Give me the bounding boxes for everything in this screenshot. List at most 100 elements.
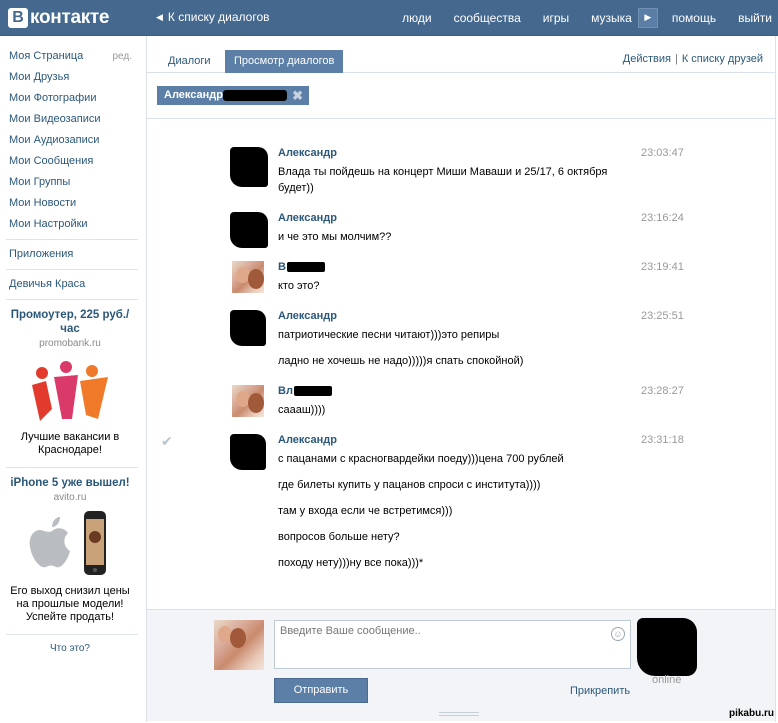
sidebar-divider <box>6 299 138 300</box>
message-text: сааaш)))) <box>278 402 618 418</box>
actions-link[interactable]: Действия <box>623 53 671 65</box>
top-nav: люди сообщества игры музыка ▶ помощь вый… <box>380 0 772 36</box>
message-line: ладно не хочешь не надо)))))я спать спок… <box>278 355 524 367</box>
smile-icon[interactable]: ☺ <box>611 627 625 641</box>
left-sidebar: Моя Страница ред. Мои Друзья Мои Фотогра… <box>0 36 140 723</box>
sidebar-item-apps[interactable]: Приложения <box>0 244 140 265</box>
redacted-block <box>223 90 287 101</box>
message-time: 23:25:51 <box>641 310 684 322</box>
ad-text: Его выход снизил цены на прошлые модели!… <box>10 585 130 623</box>
checkmark-icon[interactable]: ✔ <box>161 434 173 450</box>
message-author[interactable]: Александр <box>278 212 337 224</box>
participant-chip[interactable]: Александр ✖ <box>157 86 309 105</box>
sidebar-item-news[interactable]: Мои Новости <box>0 193 140 214</box>
peer-avatar[interactable] <box>637 618 697 676</box>
sidebar-item-my-page[interactable]: Моя Страница ред. <box>0 46 140 67</box>
message-line: и че это мы молчим?? <box>278 231 392 243</box>
redacted-block <box>286 262 325 273</box>
message-author[interactable]: Александр <box>278 310 337 322</box>
friends-list-link[interactable]: К списку друзей <box>682 53 763 65</box>
top-header: B контакте ◀ К списку диалогов люди сооб… <box>0 0 778 36</box>
message-input[interactable]: Введите Ваше сообщение.. ☺ <box>274 620 631 669</box>
message-line: где билеты купить у пацанов спроси с инс… <box>278 479 541 491</box>
nav-help[interactable]: помощь <box>672 11 716 25</box>
message-time: 23:28:27 <box>641 385 684 397</box>
avatar[interactable] <box>230 434 266 470</box>
vk-logo[interactable]: B контакте <box>8 6 110 30</box>
avatar[interactable] <box>232 385 264 417</box>
sidebar-item-photos[interactable]: Мои Фотографии <box>0 88 140 109</box>
sidebar-item-settings[interactable]: Мои Настройки <box>0 214 140 235</box>
message-text: Влада ты пойдешь на концерт Миши Маваши … <box>278 164 618 196</box>
tab-actions: Действия | К списку друзей <box>623 53 763 65</box>
redacted-block <box>293 386 332 397</box>
sidebar-item-audio[interactable]: Мои Аудиозаписи <box>0 130 140 151</box>
sidebar-item-groups[interactable]: Мои Группы <box>0 172 140 193</box>
ad-title: iPhone 5 уже вышел! <box>10 477 130 489</box>
my-avatar[interactable] <box>214 620 264 670</box>
message-text: патриотические песни читают)))это репиры… <box>278 327 618 369</box>
main-content: Диалоги Просмотр диалогов Действия | К спи… <box>146 36 776 722</box>
nav-logout[interactable]: выйти <box>738 11 772 25</box>
edit-link[interactable]: ред. <box>112 46 132 67</box>
play-icon[interactable]: ▶ <box>637 8 658 28</box>
message-line: патриотические песни читают)))это репиры <box>278 329 500 341</box>
nav-communities[interactable]: сообщества <box>454 11 521 25</box>
watermark: pikabu.ru <box>728 708 774 719</box>
message-line: с пацанами с красногвардейки поеду)))цен… <box>278 453 564 465</box>
message-author[interactable]: Александр <box>278 147 337 159</box>
attach-link[interactable]: Прикрепить <box>570 685 630 697</box>
sidebar-item-videos[interactable]: Мои Видеозаписи <box>0 109 140 130</box>
tabs-bar: Диалоги Просмотр диалогов Действия | К спи… <box>147 36 775 73</box>
message-line: Влада ты пойдешь на концерт Миши Маваши … <box>278 166 608 194</box>
ad-domain: promobank.ru <box>39 338 101 349</box>
nav-games[interactable]: игры <box>543 11 569 25</box>
resize-grip-icon[interactable] <box>439 712 479 716</box>
tab-view-dialogs[interactable]: Просмотр диалогов <box>225 50 344 73</box>
online-status: online <box>652 674 682 686</box>
avatar[interactable] <box>232 261 264 293</box>
message-author[interactable]: Александр <box>278 434 337 446</box>
iphone-ad-image-icon <box>29 511 106 575</box>
logo-letter: B <box>8 8 28 28</box>
back-link-label: К списку диалогов <box>167 10 270 24</box>
ad-title: Промоутер, 225 руб./час <box>10 309 130 335</box>
sidebar-item-label: Моя Страница <box>9 50 84 62</box>
back-to-dialogs-link[interactable]: ◀ К списку диалогов <box>156 10 270 24</box>
sidebar-divider <box>6 467 138 468</box>
close-icon[interactable]: ✖ <box>292 86 303 105</box>
sidebar-divider <box>6 239 138 240</box>
message-time: 23:19:41 <box>641 261 684 273</box>
message-author[interactable]: Вл <box>278 385 332 397</box>
author-name: Вл <box>278 385 293 397</box>
tab-dialogs[interactable]: Диалоги <box>159 50 220 73</box>
send-button[interactable]: Отправить <box>274 678 368 703</box>
ad-iphone[interactable]: iPhone 5 уже вышел! avito.ru Его выход с… <box>0 476 140 624</box>
logo-text: контакте <box>30 7 110 28</box>
back-arrow-icon: ◀ <box>156 11 163 22</box>
sidebar-item-group[interactable]: Девичья Краса <box>0 274 140 295</box>
message-text: и че это мы молчим?? <box>278 229 618 245</box>
message-thread: Александр 23:03:47 Влада ты пойдешь на к… <box>147 119 775 609</box>
message-line: вопросов больше нету? <box>278 531 400 543</box>
message-author[interactable]: В <box>278 261 325 273</box>
side-menu: Моя Страница ред. Мои Друзья Мои Фотогра… <box>0 36 140 300</box>
message-composer: Введите Ваше сообщение.. ☺ Отправить При… <box>147 609 775 721</box>
message-input-placeholder: Введите Ваше сообщение.. <box>280 625 421 637</box>
what-is-this-link[interactable]: Что это? <box>0 643 140 654</box>
sidebar-item-messages[interactable]: Мои Сообщения <box>0 151 140 172</box>
ad-domain: avito.ru <box>53 492 87 503</box>
message-time: 23:16:24 <box>641 212 684 224</box>
nav-people[interactable]: люди <box>402 11 431 25</box>
nav-music[interactable]: музыка <box>591 11 632 25</box>
message-text: кто это? <box>278 278 618 294</box>
message-line: сааaш)))) <box>278 404 326 416</box>
sidebar-item-friends[interactable]: Мои Друзья <box>0 67 140 88</box>
message-line: там у входа если че встретимся))) <box>278 505 453 517</box>
ad-text: Лучшие вакансии в Краснодаре! <box>20 431 120 456</box>
avatar[interactable] <box>230 310 266 346</box>
avatar[interactable] <box>230 147 268 187</box>
ad-promoter[interactable]: Промоутер, 225 руб./час promobank.ru Луч… <box>0 308 140 457</box>
avatar[interactable] <box>230 212 268 248</box>
message-text: с пацанами с красногвардейки поеду)))цен… <box>278 451 618 571</box>
